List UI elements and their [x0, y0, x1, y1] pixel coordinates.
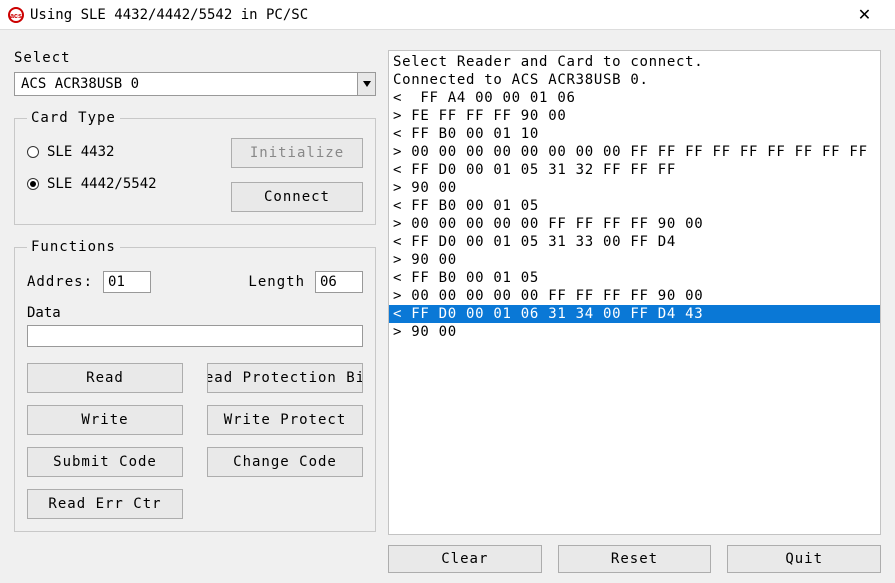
- read-err-ctr-button[interactable]: Read Err Ctr: [27, 489, 183, 519]
- window-title: Using SLE 4432/4442/5542 in PC/SC: [30, 7, 842, 23]
- svg-text:acs: acs: [10, 13, 22, 20]
- log-line[interactable]: Connected to ACS ACR38USB 0.: [389, 71, 880, 89]
- log-line[interactable]: > 90 00: [389, 179, 880, 197]
- app-icon: acs: [8, 7, 24, 23]
- log-line[interactable]: < FF D0 00 01 06 31 34 00 FF D4 43: [389, 305, 880, 323]
- read-protection-bit-button[interactable]: ead Protection Bi: [207, 363, 363, 393]
- log-line[interactable]: > 90 00: [389, 323, 880, 341]
- card-type-legend: Card Type: [27, 110, 120, 126]
- reader-select-input[interactable]: [15, 73, 357, 95]
- change-code-button[interactable]: Change Code: [207, 447, 363, 477]
- read-button[interactable]: Read: [27, 363, 183, 393]
- reset-button[interactable]: Reset: [558, 545, 712, 573]
- data-input[interactable]: [27, 325, 363, 347]
- log-line[interactable]: < FF B0 00 01 10: [389, 125, 880, 143]
- radio-label: SLE 4442/5542: [47, 176, 157, 192]
- functions-group: Functions Addres: Length Data Read ead P…: [14, 239, 376, 532]
- client-area: Select Card Type SLE 4432 SLE 4442/5542: [0, 30, 895, 583]
- radio-icon: [27, 178, 39, 190]
- connect-button[interactable]: Connect: [231, 182, 363, 212]
- radio-sle-4432[interactable]: SLE 4432: [27, 144, 157, 160]
- submit-code-button[interactable]: Submit Code: [27, 447, 183, 477]
- address-label: Addres:: [27, 274, 93, 290]
- close-button[interactable]: ✕: [842, 0, 887, 30]
- length-label: Length: [248, 274, 305, 290]
- log-line[interactable]: > 00 00 00 00 00 FF FF FF FF 90 00: [389, 215, 880, 233]
- log-line[interactable]: > 00 00 00 00 00 FF FF FF FF 90 00: [389, 287, 880, 305]
- radio-icon: [27, 146, 39, 158]
- radio-sle-4442-5542[interactable]: SLE 4442/5542: [27, 176, 157, 192]
- reader-select-dropdown[interactable]: [357, 73, 375, 95]
- functions-legend: Functions: [27, 239, 120, 255]
- left-panel: Select Card Type SLE 4432 SLE 4442/5542: [14, 40, 376, 573]
- log-listbox[interactable]: Select Reader and Card to connect.Connec…: [388, 50, 881, 535]
- write-protect-button[interactable]: Write Protect: [207, 405, 363, 435]
- right-panel: Select Reader and Card to connect.Connec…: [388, 40, 881, 573]
- log-line[interactable]: < FF D0 00 01 05 31 33 00 FF D4: [389, 233, 880, 251]
- log-line[interactable]: > 00 00 00 00 00 00 00 00 FF FF FF FF FF…: [389, 143, 880, 161]
- card-type-group: Card Type SLE 4432 SLE 4442/5542 Initial…: [14, 110, 376, 225]
- log-line[interactable]: Select Reader and Card to connect.: [389, 53, 880, 71]
- log-line[interactable]: > FE FF FF FF 90 00: [389, 107, 880, 125]
- select-label: Select: [14, 50, 376, 66]
- log-line[interactable]: < FF B0 00 01 05: [389, 269, 880, 287]
- log-line[interactable]: > 90 00: [389, 251, 880, 269]
- titlebar: acs Using SLE 4432/4442/5542 in PC/SC ✕: [0, 0, 895, 30]
- quit-button[interactable]: Quit: [727, 545, 881, 573]
- clear-button[interactable]: Clear: [388, 545, 542, 573]
- radio-label: SLE 4432: [47, 144, 114, 160]
- log-line[interactable]: < FF D0 00 01 05 31 32 FF FF FF: [389, 161, 880, 179]
- log-line[interactable]: < FF A4 00 00 01 06: [389, 89, 880, 107]
- data-label: Data: [27, 305, 363, 321]
- log-line[interactable]: < FF B0 00 01 05: [389, 197, 880, 215]
- write-button[interactable]: Write: [27, 405, 183, 435]
- initialize-button[interactable]: Initialize: [231, 138, 363, 168]
- address-input[interactable]: [103, 271, 151, 293]
- length-input[interactable]: [315, 271, 363, 293]
- reader-select[interactable]: [14, 72, 376, 96]
